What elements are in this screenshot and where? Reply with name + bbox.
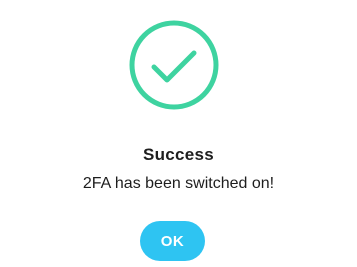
dialog-title: Success (142, 145, 215, 164)
success-dialog: Success 2FA has been switched on! OK (0, 0, 357, 267)
dialog-message: 2FA has been switched on! (82, 175, 275, 192)
ok-button[interactable]: OK (140, 221, 205, 261)
success-check-icon (129, 20, 219, 110)
